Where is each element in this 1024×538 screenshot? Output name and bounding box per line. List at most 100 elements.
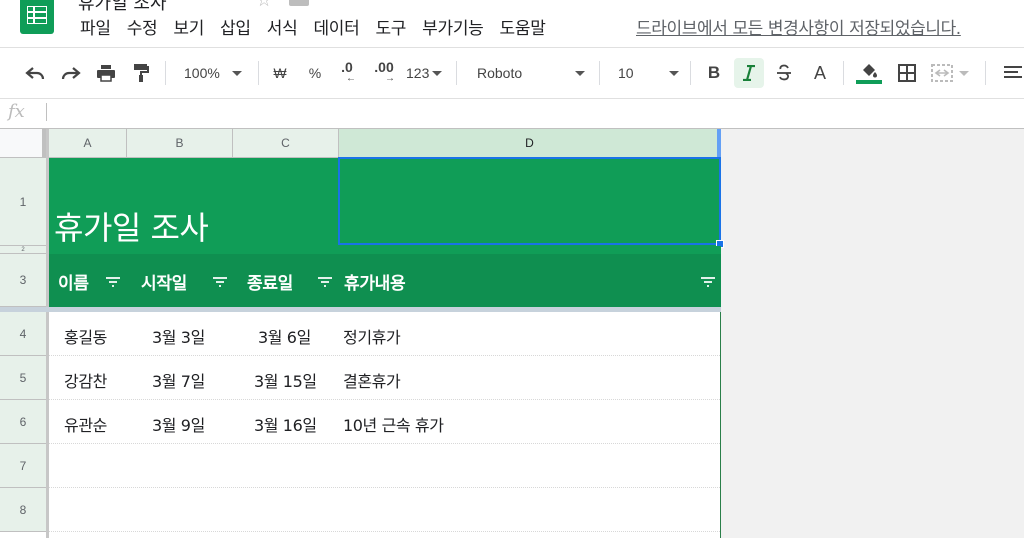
selected-cell-d1[interactable]: [338, 157, 721, 245]
row-header-6[interactable]: 6: [0, 400, 46, 444]
sheet-background: [721, 129, 1024, 538]
toolbar-separator: [690, 61, 691, 85]
menu-insert[interactable]: 삽입: [212, 17, 259, 41]
column-header-a[interactable]: A: [49, 129, 127, 158]
zoom-select[interactable]: 100%: [184, 60, 248, 86]
currency-format-button[interactable]: ₩: [270, 60, 290, 86]
sheets-app: 휴가일 조사 ☆ 파일 수정 보기 삽입 서식 데이터 도구 부가기능 도움말 …: [0, 0, 1024, 538]
font-size-select[interactable]: 10: [618, 60, 680, 86]
row-header-5[interactable]: 5: [0, 356, 46, 400]
font-name: Roboto: [477, 65, 523, 81]
arrow-left-icon: ←: [346, 73, 356, 84]
cell-a4[interactable]: 홍길동: [64, 324, 107, 348]
grid-line: [49, 399, 721, 400]
menu-data[interactable]: 데이터: [305, 17, 367, 41]
row-header-2[interactable]: 2: [0, 246, 46, 254]
menu-edit[interactable]: 수정: [119, 17, 166, 41]
row-header-7[interactable]: 7: [0, 444, 46, 488]
menu-addons[interactable]: 부가기능: [414, 17, 491, 41]
strikethrough-icon[interactable]: [772, 60, 796, 86]
font-size-value: 10: [618, 65, 634, 81]
cell-a6[interactable]: 유관순: [64, 412, 107, 436]
number-format-label: 123: [406, 65, 430, 81]
document-title[interactable]: 휴가일 조사: [78, 0, 167, 15]
column-header-b[interactable]: B: [127, 129, 233, 158]
toolbar: 100% ₩ % .0 ← .00 → 123 Roboto 10 B A: [0, 48, 1024, 98]
undo-icon[interactable]: [22, 60, 48, 86]
text-color-button[interactable]: A: [808, 60, 832, 86]
header-details[interactable]: 휴가내용: [344, 269, 406, 294]
cell-c5[interactable]: 3월 15일: [254, 368, 317, 392]
decrease-decimal-button[interactable]: .0 ←: [335, 60, 359, 86]
more-formats-select[interactable]: 123: [406, 60, 446, 86]
row-header-4[interactable]: 4: [0, 312, 46, 356]
row-header-8[interactable]: 8: [0, 488, 46, 532]
grid-line: [49, 355, 721, 356]
align-left-icon[interactable]: [1000, 60, 1024, 86]
increase-decimal-label: .00: [374, 59, 394, 75]
cell-b4[interactable]: 3월 3일: [152, 324, 205, 348]
decrease-decimal-label: .0: [341, 59, 353, 75]
chevron-down-icon: [959, 70, 969, 76]
cell-d6[interactable]: 10년 근속 휴가: [343, 412, 444, 436]
grid-line: [49, 487, 721, 488]
filter-icon[interactable]: [700, 276, 716, 288]
save-status-link[interactable]: 드라이브에서 모든 변경사항이 저장되었습니다.: [636, 17, 961, 41]
cell-b6[interactable]: 3월 9일: [152, 412, 205, 436]
cell-d5[interactable]: 결혼휴가: [343, 368, 401, 392]
row-header-3[interactable]: 3: [0, 254, 46, 307]
header-name[interactable]: 이름: [58, 269, 89, 294]
increase-decimal-button[interactable]: .00 →: [370, 60, 398, 86]
bold-button[interactable]: B: [702, 60, 726, 86]
print-icon[interactable]: [93, 60, 119, 86]
menu-view[interactable]: 보기: [165, 17, 212, 41]
toolbar-separator: [843, 61, 844, 85]
borders-icon[interactable]: [895, 60, 919, 86]
cell-d4[interactable]: 정기휴가: [343, 324, 401, 348]
row-header-1[interactable]: 1: [0, 158, 46, 246]
column-header-c[interactable]: C: [233, 129, 339, 158]
chevron-down-icon: [669, 71, 679, 76]
menu-file[interactable]: 파일: [72, 17, 119, 41]
fill-color-swatch: [856, 80, 882, 84]
column-resize-handle[interactable]: [717, 129, 721, 158]
menu-tools[interactable]: 도구: [367, 17, 414, 41]
menu-format[interactable]: 서식: [259, 17, 306, 41]
redo-icon[interactable]: [58, 60, 84, 86]
header-end-date[interactable]: 종료일: [247, 269, 293, 294]
toolbar-separator: [165, 61, 166, 85]
toolbar-separator: [456, 61, 457, 85]
italic-button[interactable]: [734, 58, 764, 88]
select-all-corner[interactable]: [0, 129, 46, 158]
menu-help[interactable]: 도움말: [492, 17, 554, 41]
folder-icon[interactable]: [289, 0, 309, 6]
table-right-border: [720, 312, 721, 538]
spacer-row-band: [49, 246, 721, 254]
merge-cells-icon[interactable]: [930, 60, 970, 86]
toolbar-separator: [599, 61, 600, 85]
filter-icon[interactable]: [105, 276, 121, 288]
header-start-date[interactable]: 시작일: [141, 269, 187, 294]
chevron-down-icon: [575, 71, 585, 76]
paint-format-icon[interactable]: [128, 60, 154, 86]
cell-a5[interactable]: 강감찬: [64, 368, 107, 392]
chevron-down-icon: [432, 70, 443, 76]
column-header-d[interactable]: D: [339, 129, 721, 158]
formula-separator: [46, 103, 47, 121]
paint-bucket-icon: [863, 64, 877, 78]
fill-color-button[interactable]: [855, 60, 883, 86]
filter-icon[interactable]: [212, 276, 228, 288]
zoom-value: 100%: [184, 65, 220, 81]
cell-c4[interactable]: 3월 6일: [258, 324, 311, 348]
formula-input[interactable]: [56, 98, 996, 126]
frozen-row-divider[interactable]: [0, 307, 721, 312]
font-select[interactable]: Roboto: [477, 60, 587, 86]
filter-icon[interactable]: [317, 276, 333, 288]
sheet-title-cell[interactable]: 휴가일 조사: [54, 203, 209, 249]
grid-line: [49, 443, 721, 444]
cell-c6[interactable]: 3월 16일: [254, 412, 317, 436]
cell-b5[interactable]: 3월 7일: [152, 368, 205, 392]
sheets-logo-icon[interactable]: [20, 0, 54, 34]
star-icon[interactable]: ☆: [256, 0, 272, 11]
percent-format-button[interactable]: %: [305, 60, 325, 86]
